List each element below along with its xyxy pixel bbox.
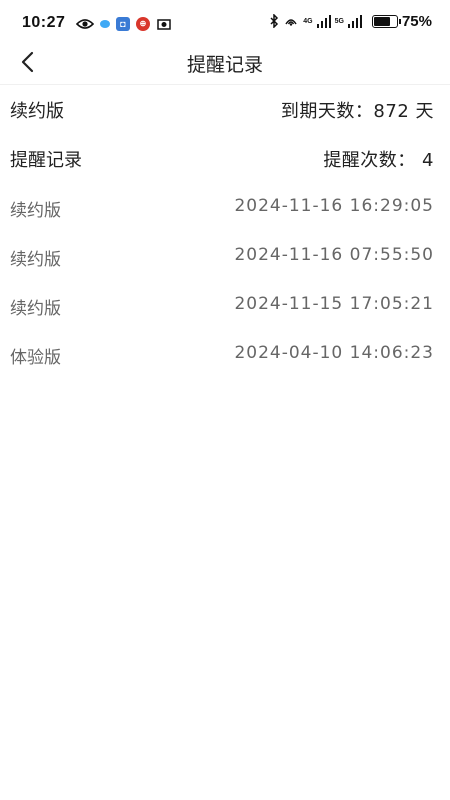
record-summary-row: 提醒记录 提醒次数： 4: [10, 146, 434, 174]
app-header: 提醒记录: [0, 40, 450, 85]
list-item: 续约版 2024-11-15 17:05:21: [10, 294, 434, 322]
battery-percent: 75%: [401, 12, 432, 30]
network-type-2: 5G: [334, 17, 344, 25]
page-title: 提醒记录: [186, 54, 263, 76]
notification-icons: ◘ ⊕: [76, 15, 172, 33]
record-type: 体验版: [10, 348, 61, 368]
remind-count: 提醒次数： 4: [323, 150, 434, 171]
app-square-icon: ◘: [116, 17, 130, 31]
list-item: 体验版 2024-04-10 14:06:23: [10, 343, 434, 371]
record-time: 2024-11-16 16:29:05: [234, 196, 434, 216]
record-label: 提醒记录: [10, 150, 82, 171]
signal-icon-1: [316, 14, 331, 28]
app-bubble-icon: [100, 20, 110, 28]
record-time: 2024-11-16 07:55:50: [234, 245, 434, 265]
list-item: 续约版 2024-11-16 16:29:05: [10, 196, 434, 224]
eye-icon: [76, 19, 94, 29]
nfc-icon: [285, 19, 297, 26]
list-item: 续约版 2024-11-16 07:55:50: [10, 245, 434, 273]
battery-icon: [371, 14, 401, 28]
plan-row: 续约版 到期天数：872 天: [10, 97, 434, 125]
bank-logo-icon: ⊕: [136, 17, 150, 31]
bluetooth-icon: [270, 14, 279, 28]
network-type-1: 4G: [303, 17, 313, 25]
signal-icon-2: [347, 14, 362, 28]
record-time: 2024-11-15 17:05:21: [234, 294, 434, 314]
system-icons: 4G 5G 75%: [269, 11, 432, 31]
record-type: 续约版: [10, 201, 61, 221]
plan-label: 续约版: [10, 101, 64, 122]
record-time: 2024-04-10 14:06:23: [234, 343, 434, 363]
status-bar: 10:27 ◘ ⊕ 4G 5G 75%: [0, 0, 450, 40]
camera-eye-icon: [157, 19, 171, 30]
record-type: 续约版: [10, 250, 61, 270]
status-time: 10:27: [22, 14, 66, 31]
record-type: 续约版: [10, 299, 61, 319]
expire-days: 到期天数：872 天: [280, 101, 434, 122]
